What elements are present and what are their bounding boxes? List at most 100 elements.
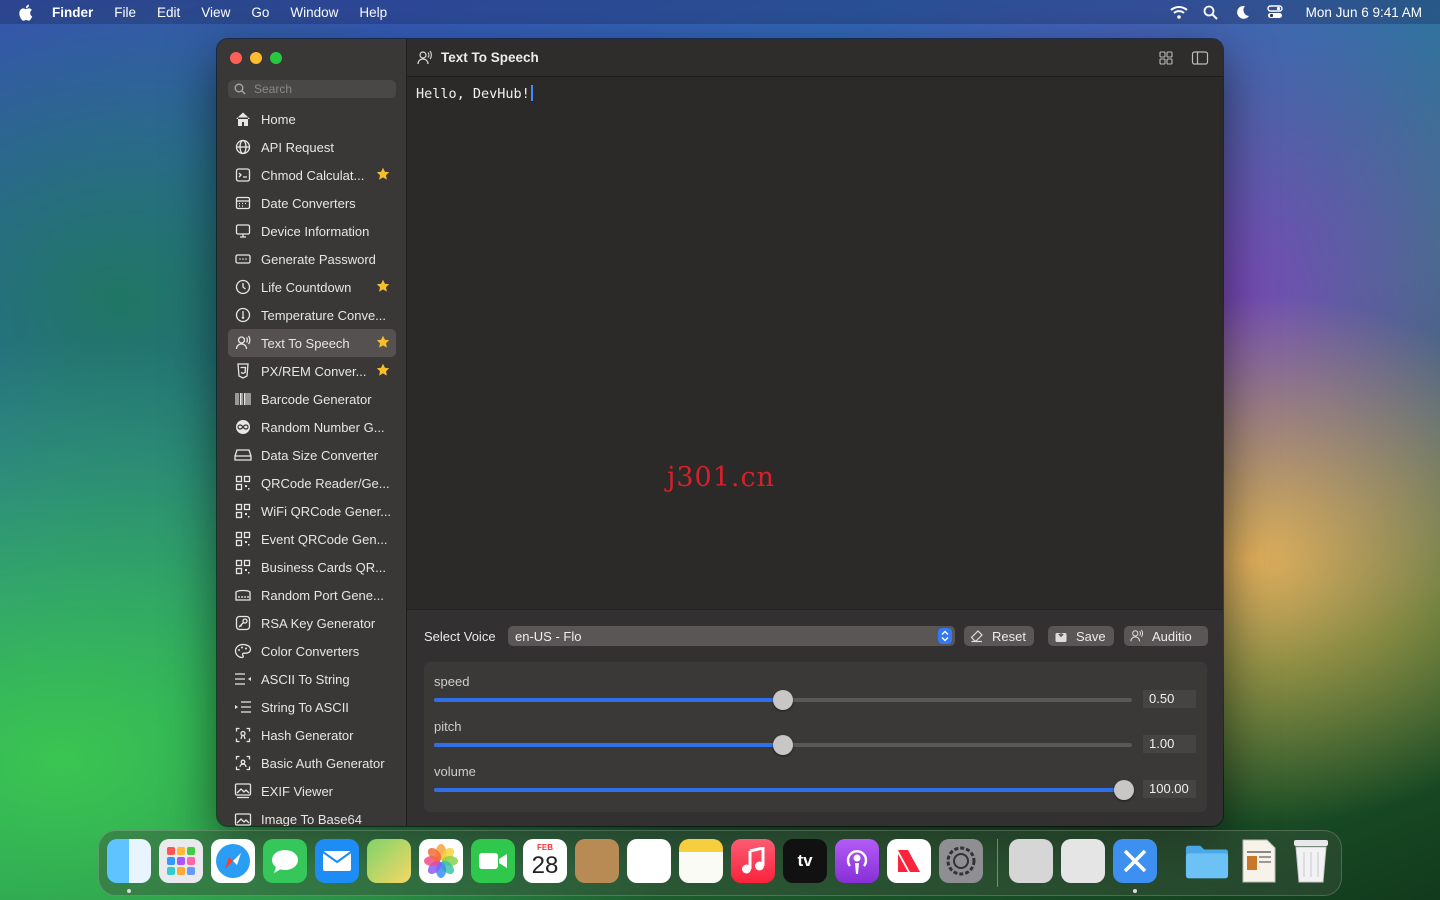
control-center-icon[interactable] bbox=[1266, 4, 1284, 20]
audition-button[interactable]: Auditio bbox=[1124, 626, 1208, 646]
close-window-button[interactable] bbox=[230, 52, 242, 64]
notes-icon[interactable] bbox=[679, 839, 723, 883]
reminders-icon[interactable] bbox=[627, 839, 671, 883]
music-icon[interactable] bbox=[731, 839, 775, 883]
minimize-window-button[interactable] bbox=[250, 52, 262, 64]
news-icon[interactable] bbox=[887, 839, 931, 883]
folder-icon[interactable] bbox=[1185, 839, 1229, 883]
sidebar-search[interactable] bbox=[228, 80, 396, 98]
sidebar-item[interactable]: Basic Auth Generator bbox=[228, 749, 396, 777]
safari-icon[interactable] bbox=[211, 839, 255, 883]
menu-app-name[interactable]: Finder bbox=[52, 5, 93, 20]
spotlight-search-icon[interactable] bbox=[1202, 4, 1220, 20]
sidebar-item[interactable]: Generate Password bbox=[228, 245, 396, 273]
sidebar-item[interactable]: PX/REM Conver... bbox=[228, 357, 396, 385]
contacts-icon[interactable] bbox=[575, 839, 619, 883]
speaker-person-icon bbox=[1130, 629, 1144, 643]
wifi-icon[interactable] bbox=[1170, 4, 1188, 20]
reset-button[interactable]: Reset bbox=[964, 626, 1034, 646]
facetime-icon[interactable] bbox=[471, 839, 515, 883]
sidebar-item[interactable]: Image To Base64 bbox=[228, 805, 396, 826]
port-icon bbox=[234, 586, 252, 604]
sidebar-item[interactable]: String To ASCII bbox=[228, 693, 396, 721]
sidebar-item[interactable]: Business Cards QR... bbox=[228, 553, 396, 581]
sidebar-item-label: String To ASCII bbox=[261, 699, 349, 715]
voice-select[interactable]: en-US - Flo bbox=[508, 626, 955, 646]
favorite-star-icon[interactable] bbox=[376, 279, 390, 293]
sidebar-item[interactable]: Random Port Gene... bbox=[228, 581, 396, 609]
grid-view-icon[interactable] bbox=[1157, 50, 1175, 66]
speed-slider[interactable] bbox=[434, 690, 1132, 710]
pitch-slider[interactable] bbox=[434, 735, 1132, 755]
preview-icon[interactable] bbox=[1061, 839, 1105, 883]
sidebar-item[interactable]: Data Size Converter bbox=[228, 441, 396, 469]
app-window: Home API Request Chmod Calculat... Date Con… bbox=[217, 39, 1223, 826]
podcasts-icon[interactable] bbox=[835, 839, 879, 883]
editor-text[interactable]: Hello, DevHub! bbox=[416, 86, 530, 102]
menu-window[interactable]: Window bbox=[290, 5, 338, 20]
globe-icon bbox=[234, 138, 252, 156]
speed-slider-knob[interactable] bbox=[773, 690, 793, 710]
sidebar-item[interactable]: RSA Key Generator bbox=[228, 609, 396, 637]
document-icon[interactable] bbox=[1237, 839, 1281, 883]
menu-help[interactable]: Help bbox=[359, 5, 387, 20]
sidebar-item[interactable]: ASCII To String bbox=[228, 665, 396, 693]
pitch-slider-row: pitch 1.00 bbox=[424, 713, 1207, 757]
system-settings-icon[interactable] bbox=[939, 839, 983, 883]
favorite-star-icon[interactable] bbox=[376, 167, 390, 181]
apple-menu-icon[interactable] bbox=[18, 3, 34, 21]
sidebar-item[interactable]: Chmod Calculat... bbox=[228, 161, 396, 189]
calendar-icon[interactable]: FEB 28 bbox=[523, 839, 567, 883]
sidebar-item[interactable]: Home bbox=[228, 105, 396, 133]
sidebar-item[interactable]: Temperature Conve... bbox=[228, 301, 396, 329]
menu-view[interactable]: View bbox=[201, 5, 230, 20]
sidebar-item[interactable]: QRCode Reader/Ge... bbox=[228, 469, 396, 497]
menu-clock[interactable]: Mon Jun 6 9:41 AM bbox=[1306, 5, 1422, 20]
sidebar-item[interactable]: API Request bbox=[228, 133, 396, 161]
menu-go[interactable]: Go bbox=[251, 5, 269, 20]
volume-value-field[interactable]: 100.00 bbox=[1143, 780, 1196, 798]
sidebar-item-label: Chmod Calculat... bbox=[261, 167, 365, 183]
script-editor-icon[interactable] bbox=[1009, 839, 1053, 883]
sidebar-item[interactable]: Event QRCode Gen... bbox=[228, 525, 396, 553]
finder-icon[interactable] bbox=[107, 839, 151, 883]
text-editor[interactable]: Hello, DevHub! j301.cn bbox=[407, 77, 1223, 648]
favorite-star-icon[interactable] bbox=[376, 363, 390, 377]
sidebar-item[interactable]: Date Converters bbox=[228, 189, 396, 217]
favorite-star-icon[interactable] bbox=[376, 335, 390, 349]
search-input[interactable] bbox=[254, 82, 384, 96]
pitch-value-field[interactable]: 1.00 bbox=[1143, 735, 1196, 753]
sidebar-item[interactable]: Life Countdown bbox=[228, 273, 396, 301]
tv-icon[interactable]: tv bbox=[783, 839, 827, 883]
sidebar-item[interactable]: Barcode Generator bbox=[228, 385, 396, 413]
sidebar-item[interactable]: Color Converters bbox=[228, 637, 396, 665]
zoom-window-button[interactable] bbox=[270, 52, 282, 64]
sidebar-item-label: Barcode Generator bbox=[261, 391, 372, 407]
eraser-icon bbox=[970, 629, 984, 643]
launchpad-icon[interactable] bbox=[159, 839, 203, 883]
save-button[interactable]: Save bbox=[1048, 626, 1114, 646]
speed-value-field[interactable]: 0.50 bbox=[1143, 690, 1196, 708]
messages-icon[interactable] bbox=[263, 839, 307, 883]
sidebar-item[interactable]: Text To Speech bbox=[228, 329, 396, 357]
list-arrow-left-icon bbox=[234, 670, 252, 688]
focus-moon-icon[interactable] bbox=[1234, 4, 1252, 20]
photos-icon[interactable] bbox=[419, 839, 463, 883]
sidebar-item-label: Event QRCode Gen... bbox=[261, 531, 388, 547]
pitch-slider-knob[interactable] bbox=[773, 735, 793, 755]
mail-icon[interactable] bbox=[315, 839, 359, 883]
sidebar-item[interactable]: Device Information bbox=[228, 217, 396, 245]
volume-slider-knob[interactable] bbox=[1114, 780, 1134, 800]
sidebar-item[interactable]: Hash Generator bbox=[228, 721, 396, 749]
devhub-icon[interactable] bbox=[1113, 839, 1157, 883]
maps-icon[interactable] bbox=[367, 839, 411, 883]
palette-icon bbox=[234, 642, 252, 660]
sidebar-item[interactable]: EXIF Viewer bbox=[228, 777, 396, 805]
sidebar-item[interactable]: WiFi QRCode Gener... bbox=[228, 497, 396, 525]
menu-file[interactable]: File bbox=[114, 5, 136, 20]
volume-slider[interactable] bbox=[434, 780, 1134, 800]
trash-icon[interactable] bbox=[1289, 839, 1333, 883]
sidebar-item[interactable]: Random Number G... bbox=[228, 413, 396, 441]
menu-edit[interactable]: Edit bbox=[157, 5, 180, 20]
sidebar-toggle-icon[interactable] bbox=[1191, 50, 1209, 66]
